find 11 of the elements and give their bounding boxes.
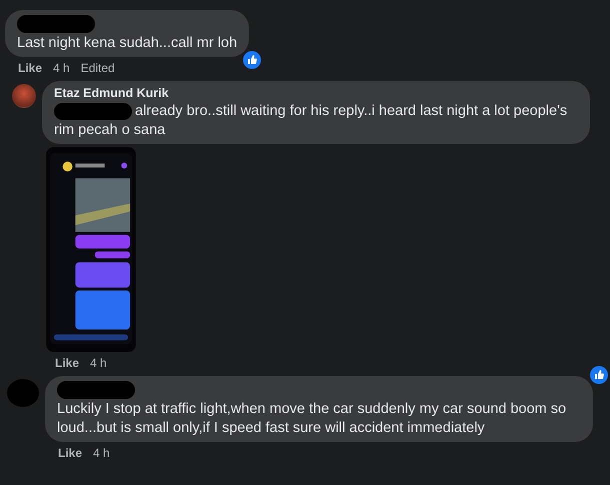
timestamp: 4 h [90, 356, 107, 370]
like-link[interactable]: Like [55, 356, 80, 370]
comment-text: Last night kena sudah...call mr loh [17, 34, 238, 53]
timestamp: 4 h [93, 446, 110, 460]
author-name[interactable]: Etaz Edmund Kurik [54, 85, 578, 102]
timestamp: 4 h [53, 61, 70, 75]
edited-label: Edited [80, 61, 115, 75]
comment-text: already bro..still waiting for his reply..i heard last night a lot people's rim pecah o sana [54, 102, 568, 140]
comment-text: Luckily I stop at traffic light,when move the car suddenly my car sound boom so loud...but is small only,if I speed fast sure will accident immediately [57, 400, 568, 438]
like-link[interactable]: Like [58, 446, 82, 460]
like-link[interactable]: Like [18, 61, 42, 75]
